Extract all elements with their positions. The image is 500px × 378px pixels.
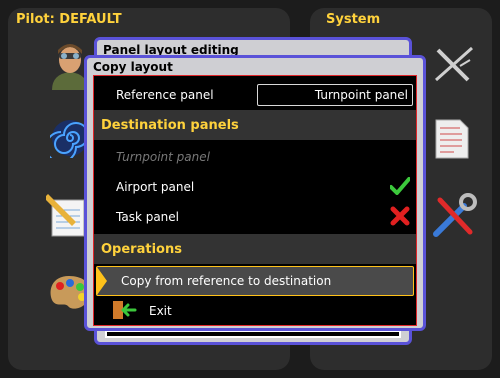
system-title: System <box>326 12 381 27</box>
destination-task-label: Task panel <box>116 210 180 224</box>
selection-pointer-icon <box>97 267 107 295</box>
dialog-content: Reference panel Turnpoint panel Destinat… <box>93 75 417 326</box>
copy-from-reference-button[interactable]: Copy from reference to destination <box>96 266 414 296</box>
panel-layout-editing-content <box>105 330 401 338</box>
airplane-icon[interactable] <box>430 40 478 92</box>
destination-airport-label: Airport panel <box>116 180 195 194</box>
copy-from-reference-label: Copy from reference to destination <box>121 274 332 288</box>
dialog-title: Copy layout <box>93 60 173 74</box>
copy-layout-dialog: Copy layout Reference panel Turnpoint pa… <box>84 55 426 331</box>
destination-airport-panel[interactable]: Airport panel <box>94 172 416 202</box>
operations-header: Operations <box>94 234 416 264</box>
document-list-icon[interactable] <box>434 118 470 164</box>
reference-panel-select[interactable]: Turnpoint panel <box>257 84 413 106</box>
destination-turnpoint-label: Turnpoint panel <box>116 150 210 164</box>
destination-turnpoint-panel: Turnpoint panel <box>94 142 416 172</box>
exit-button[interactable]: Exit <box>94 296 416 326</box>
reference-panel-row[interactable]: Reference panel Turnpoint panel <box>94 80 416 110</box>
exit-label: Exit <box>149 304 172 318</box>
pilot-title: Pilot: DEFAULT <box>16 12 122 27</box>
reference-panel-label: Reference panel <box>116 88 214 102</box>
destination-task-panel[interactable]: Task panel <box>94 202 416 232</box>
checkmark-icon <box>389 176 411 198</box>
tools-icon[interactable] <box>430 192 478 244</box>
exit-door-icon <box>111 299 137 324</box>
cross-icon <box>390 206 410 229</box>
destination-panels-header: Destination panels <box>94 110 416 140</box>
